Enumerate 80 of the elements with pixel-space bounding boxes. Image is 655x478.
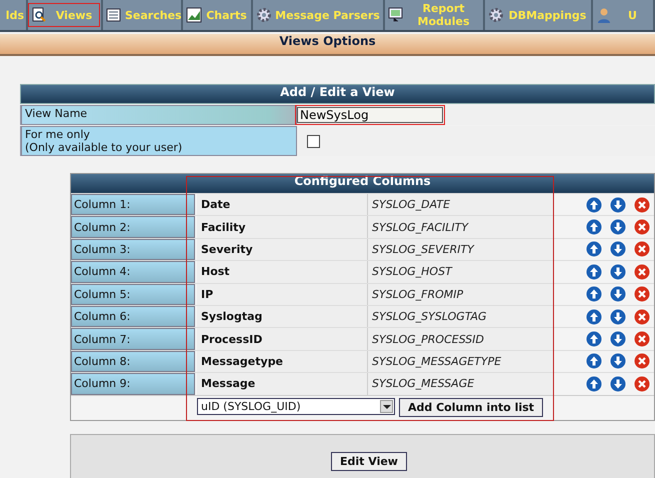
nav-tab[interactable]: lds xyxy=(0,0,28,30)
monitor-icon xyxy=(388,7,404,23)
gear-icon xyxy=(256,7,272,23)
row-label: Column 6: xyxy=(71,306,195,328)
user-icon xyxy=(596,7,612,23)
move-up-icon[interactable] xyxy=(586,264,602,280)
column-name: ProcessID xyxy=(197,328,367,350)
move-up-icon[interactable] xyxy=(586,353,602,370)
delete-icon[interactable] xyxy=(634,308,650,325)
gear-icon xyxy=(488,7,504,23)
delete-icon[interactable] xyxy=(634,376,650,392)
move-down-icon[interactable] xyxy=(610,241,626,258)
field-id: SYSLOG_PROCESSID xyxy=(367,328,553,350)
nav-tab[interactable]: Views xyxy=(28,0,103,30)
column-name: Host xyxy=(197,261,367,283)
row-label: Column 3: xyxy=(71,238,195,260)
nav-tab[interactable]: DBMappings xyxy=(485,0,593,30)
delete-icon[interactable] xyxy=(634,241,650,258)
field-id: SYSLOG_HOST xyxy=(367,261,553,283)
view-name-field[interactable]: NewSysLog xyxy=(297,107,443,123)
field-id: SYSLOG_DATE xyxy=(367,194,553,216)
field-id: SYSLOG_SYSLOGTAG xyxy=(367,306,553,328)
move-up-icon[interactable] xyxy=(586,241,602,258)
move-down-icon[interactable] xyxy=(610,308,626,325)
move-up-icon[interactable] xyxy=(586,331,602,348)
field-id: SYSLOG_FROMIP xyxy=(367,284,553,305)
form-title: Add / Edit a View xyxy=(20,84,655,104)
row-label: Column 2: xyxy=(71,216,195,238)
field-label: For me only xyxy=(25,128,91,141)
move-down-icon[interactable] xyxy=(610,376,626,392)
nav-tab[interactable]: U xyxy=(593,0,655,30)
column-name: Date xyxy=(197,194,367,216)
delete-icon[interactable] xyxy=(634,219,650,236)
column-name: Syslogtag xyxy=(197,306,367,328)
search-list-icon xyxy=(106,7,122,23)
row-label: Column 5: xyxy=(71,284,195,305)
row-label: Column 8: xyxy=(71,350,195,372)
row-label: Column 7: xyxy=(71,328,195,350)
column-name: IP xyxy=(197,284,367,305)
field-label: View Name xyxy=(21,105,297,125)
move-down-icon[interactable] xyxy=(610,219,626,236)
delete-icon[interactable] xyxy=(634,196,650,213)
row-label: Column 9: xyxy=(71,373,195,395)
move-down-icon[interactable] xyxy=(610,286,626,302)
checkbox[interactable] xyxy=(307,134,320,148)
move-up-icon[interactable] xyxy=(586,286,602,302)
delete-icon[interactable] xyxy=(634,264,650,280)
move-down-icon[interactable] xyxy=(610,196,626,213)
column-name: Facility xyxy=(197,216,367,238)
section-title: Views Options xyxy=(0,34,655,56)
field-id: SYSLOG_MESSAGE xyxy=(367,373,553,395)
column-name: Severity xyxy=(197,238,367,260)
move-up-icon[interactable] xyxy=(586,219,602,236)
chart-icon xyxy=(186,7,202,23)
add-column-button[interactable]: Add Column into list xyxy=(399,398,544,417)
delete-icon[interactable] xyxy=(634,353,650,370)
move-up-icon[interactable] xyxy=(586,196,602,213)
nav-tab[interactable]: Charts xyxy=(183,0,253,30)
delete-icon[interactable] xyxy=(634,286,650,302)
move-up-icon[interactable] xyxy=(586,376,602,392)
move-up-icon[interactable] xyxy=(586,308,602,325)
nav-tab[interactable]: Message Parsers xyxy=(253,0,385,30)
column-name: Messagetype xyxy=(197,350,367,372)
row-label: Column 1: xyxy=(71,194,195,216)
row-label: Column 4: xyxy=(71,261,195,283)
column-name: Message xyxy=(197,373,367,395)
edit-view-button[interactable]: Edit View xyxy=(331,452,407,471)
nav-tab[interactable]: Report Modules xyxy=(385,0,485,30)
field-id: SYSLOG_MESSAGETYPE xyxy=(367,350,553,372)
nav-tab[interactable]: Searches xyxy=(103,0,183,30)
field-id: SYSLOG_FACILITY xyxy=(367,216,553,238)
move-down-icon[interactable] xyxy=(610,353,626,370)
view-icon xyxy=(31,7,47,23)
delete-icon[interactable] xyxy=(634,331,650,348)
move-down-icon[interactable] xyxy=(610,331,626,348)
column-select[interactable]: uID (SYSLOG_UID) xyxy=(197,398,395,415)
field-id: SYSLOG_SEVERITY xyxy=(367,238,553,260)
table-title: Configured Columns xyxy=(71,174,654,193)
field-hint: (Only available to your user) xyxy=(25,141,184,154)
move-down-icon[interactable] xyxy=(610,264,626,280)
